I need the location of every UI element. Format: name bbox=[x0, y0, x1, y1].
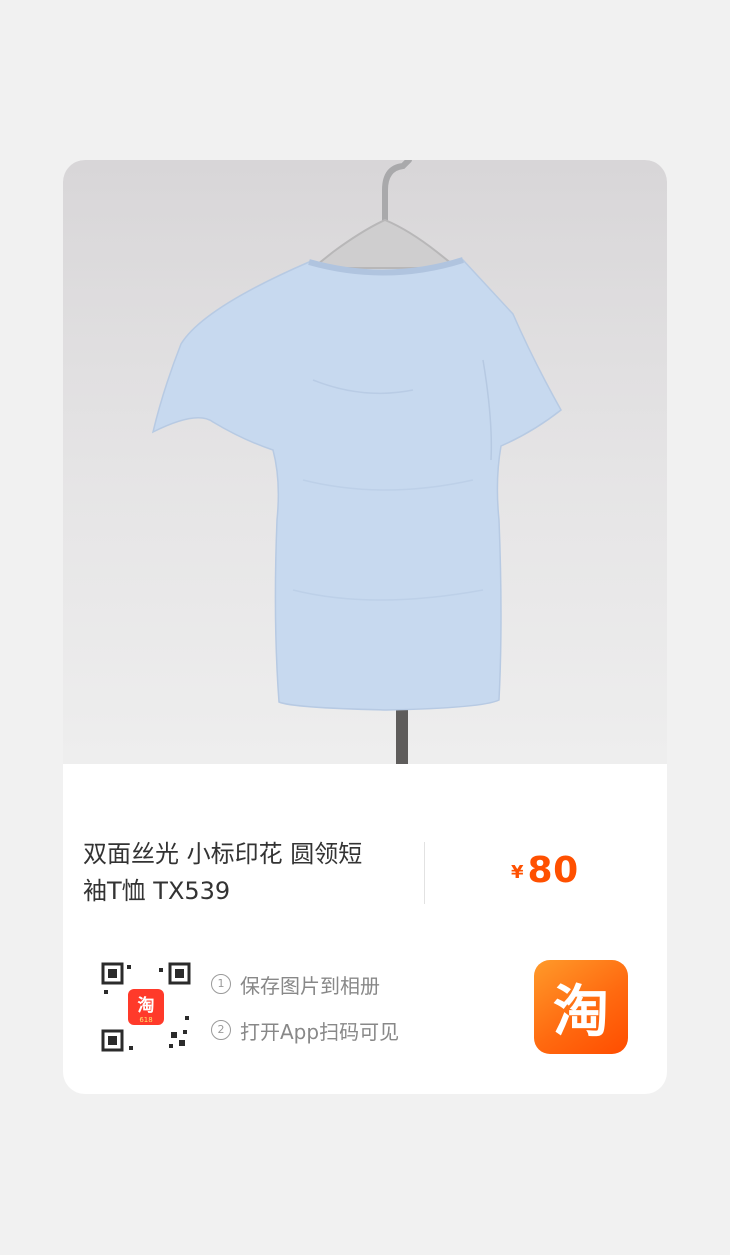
product-title-line-2: 袖T恤 TX539 bbox=[83, 877, 231, 905]
price: ¥80 bbox=[511, 850, 579, 891]
product-title-line-1: 双面丝光 小标印花 圆领短 bbox=[83, 840, 363, 868]
taobao-logo-char: 淘 bbox=[553, 979, 609, 1045]
qr-code-icon: 淘 618 bbox=[99, 960, 193, 1054]
step-number-2: 2 bbox=[211, 1020, 231, 1040]
step-save-image: 1 保存图片到相册 bbox=[211, 969, 399, 999]
divider bbox=[424, 842, 425, 904]
step-number-1: 1 bbox=[211, 974, 231, 994]
price-amount: 80 bbox=[527, 850, 579, 891]
share-card: 双面丝光 小标印花 圆领短 袖T恤 TX539 ¥80 淘 618 1 保存图片… bbox=[63, 160, 667, 1094]
taobao-logo-icon[interactable]: 淘 bbox=[534, 960, 628, 1054]
qr-code[interactable]: 淘 618 bbox=[99, 960, 193, 1054]
scan-instructions: 1 保存图片到相册 2 打开App扫码可见 bbox=[211, 969, 399, 1061]
tshirt-illustration bbox=[151, 160, 562, 764]
currency-symbol: ¥ bbox=[511, 862, 524, 883]
step-text-2: 打开App扫码可见 bbox=[240, 1019, 400, 1044]
step-open-app: 2 打开App扫码可见 bbox=[211, 1015, 399, 1045]
product-title[interactable]: 双面丝光 小标印花 圆领短 袖T恤 TX539 bbox=[83, 836, 403, 910]
qr-badge-text: 618 bbox=[139, 1016, 152, 1024]
step-text-1: 保存图片到相册 bbox=[240, 973, 380, 998]
product-info: 双面丝光 小标印花 圆领短 袖T恤 TX539 ¥80 淘 618 1 保存图片… bbox=[63, 764, 667, 1094]
qr-badge-char: 淘 bbox=[138, 995, 155, 1016]
product-image[interactable] bbox=[63, 160, 667, 764]
